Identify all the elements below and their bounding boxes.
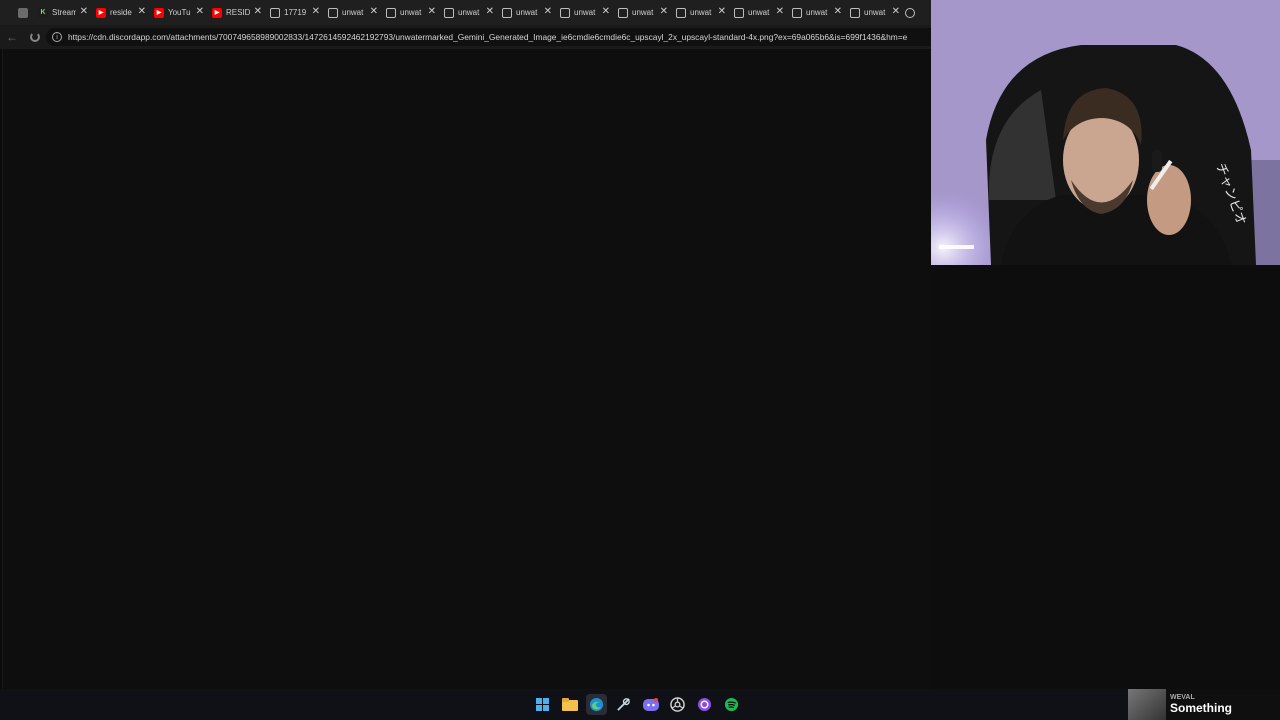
browser-tab[interactable]: unwat ✕	[728, 0, 786, 25]
globe-icon	[386, 7, 396, 18]
tab-title: Stream	[52, 8, 76, 17]
browser-tab[interactable]: unwat ✕	[670, 0, 728, 25]
globe-icon	[328, 7, 338, 18]
close-tab-icon[interactable]: ✕	[544, 6, 552, 18]
windows-taskbar	[0, 689, 1280, 720]
webcam-overlay: チャンピオ	[931, 0, 1280, 265]
file-explorer-icon[interactable]	[559, 694, 580, 715]
page-viewport[interactable]	[2, 49, 931, 689]
close-tab-icon[interactable]: ✕	[196, 6, 204, 18]
globe-icon	[734, 7, 744, 18]
browser-tab[interactable]: unwat ✕	[554, 0, 612, 25]
tab-title: unwat	[864, 8, 886, 17]
globe-icon	[905, 7, 915, 18]
tab-overflow[interactable]	[902, 0, 918, 25]
browser-tab[interactable]: unwat ✕	[844, 0, 902, 25]
close-tab-icon[interactable]: ✕	[254, 6, 262, 18]
tab-title: 17719	[284, 8, 307, 17]
close-tab-icon[interactable]: ✕	[892, 6, 900, 18]
close-tab-icon[interactable]: ✕	[660, 6, 668, 18]
now-playing-artist: WEVAL	[1170, 694, 1195, 701]
tab-title: unwat	[458, 8, 480, 17]
tab-title: unwat	[342, 8, 364, 17]
browser-tab[interactable]: K Stream ✕	[32, 0, 90, 25]
desktop-background	[931, 265, 1280, 689]
globe-icon	[502, 7, 512, 18]
tab-title: unwat	[632, 8, 654, 17]
tab-title: unwat	[806, 8, 828, 17]
discord-icon[interactable]	[640, 694, 661, 715]
browser-tab[interactable]: ▶ RESID ✕	[206, 0, 264, 25]
now-playing-song: Something	[1170, 701, 1232, 715]
close-tab-icon[interactable]: ✕	[428, 6, 436, 18]
globe-icon	[676, 7, 686, 18]
tab-strip: K Stream ✕ ▶ reside ✕ ▶ YouTu ✕ ▶ RESID ✕ 17719 ✕ unwa…	[0, 0, 931, 25]
tab-title: YouTu	[168, 8, 191, 17]
globe-icon	[618, 7, 628, 18]
close-tab-icon[interactable]: ✕	[80, 6, 88, 18]
close-tab-icon[interactable]: ✕	[138, 6, 146, 18]
album-art	[1128, 689, 1166, 720]
arrow-left-icon: ←	[6, 30, 18, 44]
globe-icon	[560, 7, 570, 18]
chrome-icon[interactable]	[667, 694, 688, 715]
loading-spinner-icon	[30, 32, 40, 42]
back-button[interactable]: ←	[0, 25, 24, 49]
info-icon[interactable]: i	[52, 32, 62, 42]
webcam-image: チャンピオ	[931, 0, 1280, 265]
globe-icon	[792, 7, 802, 18]
close-tab-icon[interactable]: ✕	[312, 6, 320, 18]
tab-title: unwat	[516, 8, 538, 17]
browser-tab[interactable]: unwat ✕	[322, 0, 380, 25]
globe-icon	[850, 7, 860, 18]
close-tab-icon[interactable]: ✕	[776, 6, 784, 18]
pinned-tab-icon	[18, 7, 28, 18]
youtube-icon: ▶	[212, 7, 222, 18]
tab-title: unwat	[574, 8, 596, 17]
windows-start-icon[interactable]	[532, 694, 553, 715]
browser-tab[interactable]: 17719 ✕	[264, 0, 322, 25]
pinned-tab[interactable]	[14, 0, 32, 25]
browser-tab[interactable]: unwat ✕	[612, 0, 670, 25]
tab-title: unwat	[690, 8, 712, 17]
steam-icon[interactable]	[613, 694, 634, 715]
close-tab-icon[interactable]: ✕	[486, 6, 494, 18]
spotify-icon[interactable]	[721, 694, 742, 715]
url-text[interactable]: https://cdn.discordapp.com/attachments/7…	[68, 32, 907, 42]
browser-tab[interactable]: unwat ✕	[786, 0, 844, 25]
kick-icon: K	[38, 7, 48, 18]
close-tab-icon[interactable]: ✕	[834, 6, 842, 18]
app-icon[interactable]	[694, 694, 715, 715]
close-tab-icon[interactable]: ✕	[602, 6, 610, 18]
close-tab-icon[interactable]: ✕	[718, 6, 726, 18]
address-bar[interactable]: i https://cdn.discordapp.com/attachments…	[46, 28, 931, 46]
close-tab-icon[interactable]: ✕	[370, 6, 378, 18]
youtube-icon: ▶	[96, 7, 106, 18]
globe-icon	[444, 7, 454, 18]
youtube-icon: ▶	[154, 7, 164, 18]
browser-toolbar: ← i https://cdn.discordapp.com/attachmen…	[0, 25, 931, 49]
globe-icon	[270, 7, 280, 18]
edge-browser-icon[interactable]	[586, 694, 607, 715]
browser-tab[interactable]: unwat ✕	[496, 0, 554, 25]
tab-title: unwat	[748, 8, 770, 17]
tab-title: RESID	[226, 8, 250, 17]
browser-tab[interactable]: unwat ✕	[380, 0, 438, 25]
browser-tab[interactable]: ▶ YouTu ✕	[148, 0, 206, 25]
browser-tab[interactable]: unwat ✕	[438, 0, 496, 25]
tab-title: unwat	[400, 8, 422, 17]
reload-button[interactable]	[24, 25, 46, 49]
now-playing-widget: WEVAL Something	[1128, 689, 1280, 720]
browser-tab[interactable]: ▶ reside ✕	[90, 0, 148, 25]
tab-title: reside	[110, 8, 132, 17]
